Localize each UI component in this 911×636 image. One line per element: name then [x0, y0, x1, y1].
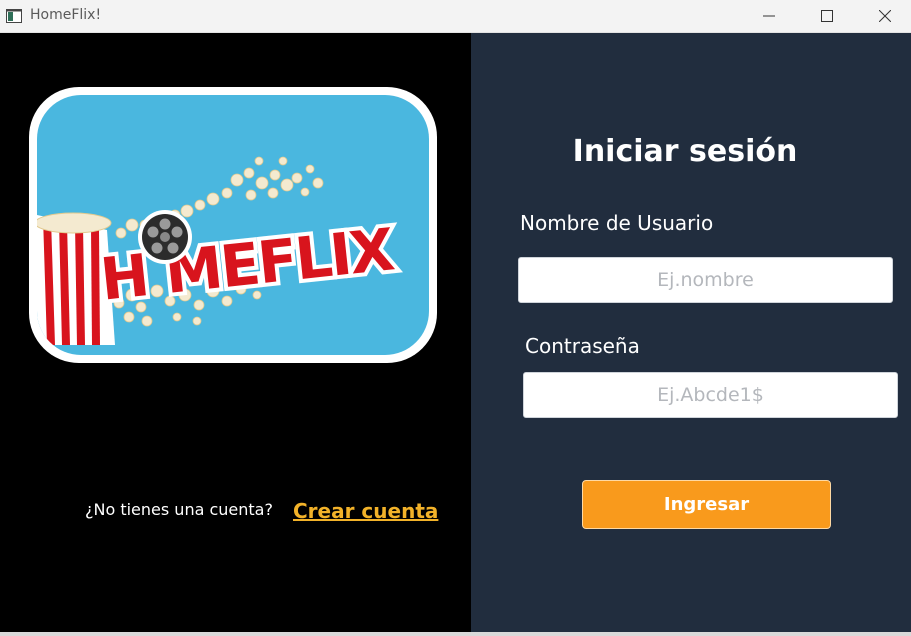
create-account-link[interactable]: Crear cuenta [293, 499, 438, 523]
password-label: Contraseña [525, 334, 640, 358]
homeflix-logo: H MEFLIX [29, 87, 437, 363]
login-title: Iniciar sesión [572, 134, 798, 169]
username-input[interactable] [518, 257, 893, 303]
login-panel: Iniciar sesión Nombre de Usuario Contras… [471, 33, 911, 632]
left-panel: H MEFLIX ¿No tienes una cuenta? Crear cu… [0, 33, 471, 632]
close-button[interactable] [862, 0, 908, 32]
no-account-text: ¿No tienes una cuenta? [85, 500, 273, 519]
window-title: HomeFlix! [30, 7, 102, 23]
minimize-icon [763, 10, 775, 22]
username-label: Nombre de Usuario [520, 211, 714, 235]
close-icon [879, 10, 891, 22]
maximize-button[interactable] [804, 0, 850, 32]
logo-image: H MEFLIX [37, 95, 429, 355]
minimize-button[interactable] [746, 0, 792, 32]
password-input[interactable] [523, 372, 898, 418]
window-bottom-edge [0, 632, 911, 636]
app-icon [6, 8, 22, 23]
login-button[interactable]: Ingresar [582, 480, 831, 529]
maximize-icon [821, 10, 833, 22]
window-titlebar: HomeFlix! [0, 0, 911, 33]
